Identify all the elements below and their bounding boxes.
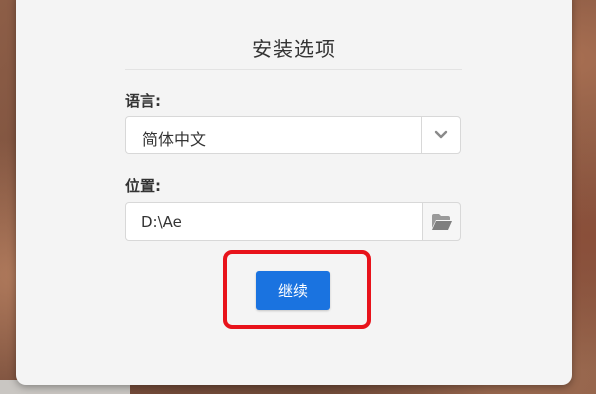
dropdown-toggle[interactable]: [421, 117, 460, 153]
install-path-input[interactable]: [125, 202, 423, 241]
language-select[interactable]: 简体中文: [125, 116, 461, 154]
language-selected-value: 简体中文: [142, 130, 207, 149]
location-label: 位置:: [125, 177, 161, 195]
browse-folder-button[interactable]: [422, 202, 461, 241]
red-highlight-box: [223, 250, 371, 329]
chevron-down-icon: [434, 130, 448, 139]
folder-open-icon: [431, 213, 452, 230]
title-divider: [125, 69, 462, 70]
language-label: 语言:: [125, 92, 161, 110]
dialog-title: 安装选项: [252, 37, 336, 61]
install-options-dialog: 安装选项 语言: 简体中文 位置: 继续: [16, 0, 572, 385]
